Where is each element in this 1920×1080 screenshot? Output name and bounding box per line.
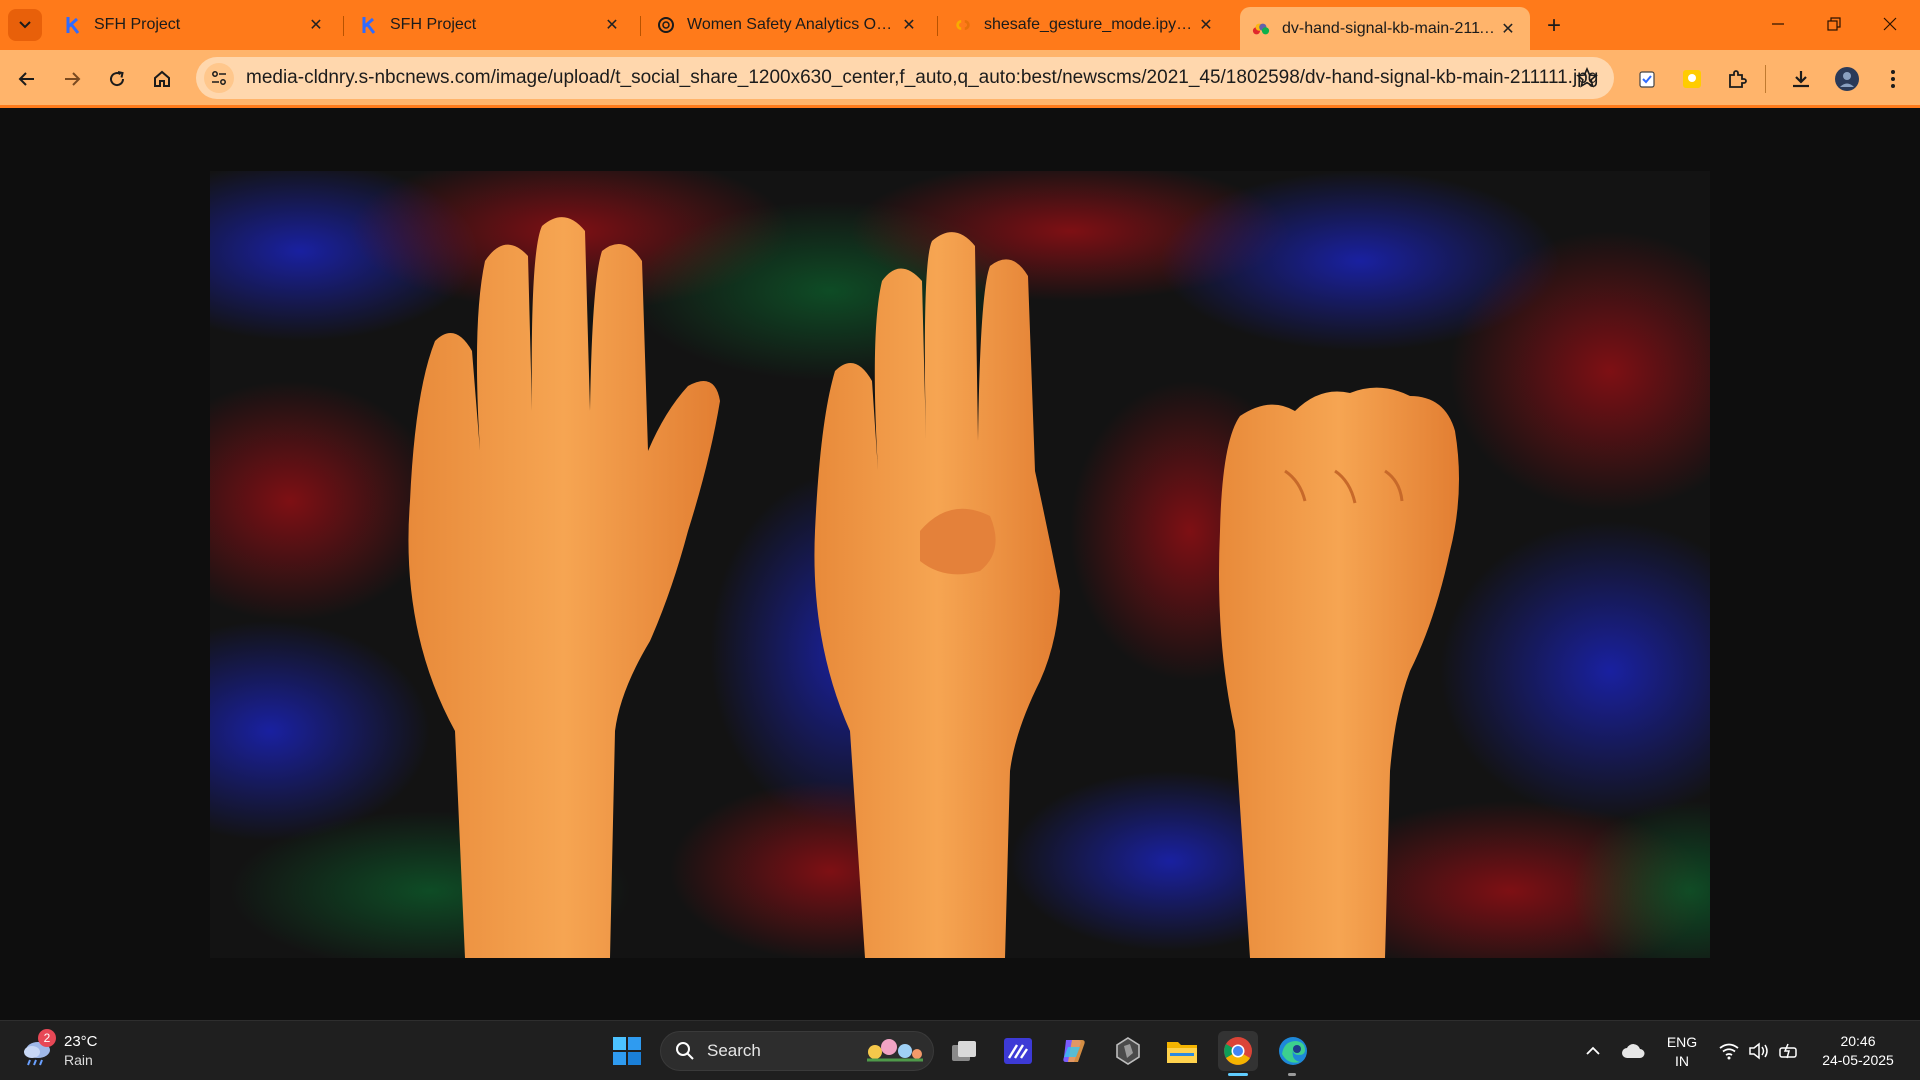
whiteboard-icon[interactable] [998, 1031, 1038, 1071]
tab-sfh-project-1[interactable]: SFH Project ✕ [52, 7, 338, 43]
reload-button[interactable] [99, 61, 135, 97]
clock-time: 20:46 [1840, 1033, 1876, 1049]
search-icon [676, 1042, 694, 1060]
file-explorer-icon[interactable] [1162, 1031, 1202, 1071]
menu-kebab-icon[interactable] [1876, 62, 1910, 96]
edge-running-indicator [1288, 1073, 1296, 1076]
home-button[interactable] [144, 61, 180, 97]
tune-icon [212, 71, 226, 85]
chrome-active-indicator [1228, 1073, 1248, 1076]
close-icon[interactable]: ✕ [1196, 15, 1216, 35]
tab-title: shesafe_gesture_mode.ipynb - C [984, 16, 1196, 33]
close-icon[interactable]: ✕ [306, 15, 326, 35]
search-highlight-flowers-icon [863, 1034, 925, 1069]
tab-manager-extension-icon[interactable] [1630, 62, 1664, 96]
chevron-down-icon [19, 21, 31, 29]
weather-widget[interactable]: 2 23°C Rain [20, 1029, 98, 1073]
colab-icon [954, 16, 972, 34]
bookmark-star-icon[interactable] [1576, 66, 1598, 94]
close-window-button[interactable] [1862, 0, 1918, 48]
site-info-button[interactable] [204, 63, 234, 93]
tab-title: SFH Project [390, 16, 477, 33]
chatgpt-icon [657, 16, 675, 34]
restore-icon [1827, 17, 1841, 31]
weather-temperature: 23°C [64, 1033, 98, 1050]
profile-avatar[interactable] [1830, 62, 1864, 96]
taskbar-search[interactable]: Search [660, 1031, 934, 1071]
tab-title: dv-hand-signal-kb-main-211111 [1282, 19, 1498, 37]
obsidian-icon[interactable] [1108, 1031, 1148, 1071]
quick-settings-button[interactable] [1708, 1031, 1810, 1071]
weather-condition: Rain [64, 1052, 93, 1068]
restore-button[interactable] [1806, 0, 1862, 48]
forward-button[interactable] [54, 61, 90, 97]
close-icon [1883, 17, 1897, 31]
close-icon[interactable]: ✕ [602, 15, 622, 35]
page-viewport [0, 108, 1920, 1020]
tab-separator [640, 16, 641, 36]
k-logo-icon [360, 16, 378, 34]
weather-alert-badge: 2 [38, 1029, 56, 1047]
chrome-icon[interactable] [1218, 1031, 1258, 1071]
windows-start-icon [613, 1037, 641, 1065]
search-label: Search [707, 1041, 761, 1060]
url-text[interactable]: media-cldnry.s-nbcnews.com/image/upload/… [246, 67, 1598, 89]
copilot-icon[interactable] [1053, 1031, 1093, 1071]
wifi-icon [1719, 1043, 1739, 1060]
task-view-icon[interactable] [944, 1031, 984, 1071]
clock[interactable]: 20:46 24-05-2025 [1810, 1032, 1906, 1070]
minimize-icon [1772, 23, 1784, 25]
close-icon[interactable]: ✕ [1498, 19, 1518, 39]
tab-search-button[interactable] [8, 9, 42, 41]
tab-colab-notebook[interactable]: shesafe_gesture_mode.ipynb - C ✕ [942, 7, 1228, 43]
battery-charging-icon [1779, 1043, 1797, 1059]
reload-icon [110, 71, 125, 87]
back-button[interactable] [9, 61, 45, 97]
language-code: ENG [1666, 1034, 1698, 1050]
language-indicator[interactable]: ENG IN [1662, 1033, 1702, 1071]
browser-toolbar: media-cldnry.s-nbcnews.com/image/upload/… [0, 50, 1920, 108]
edge-icon[interactable] [1273, 1031, 1313, 1071]
tab-women-safety[interactable]: Women Safety Analytics Overvie ✕ [645, 7, 931, 43]
onedrive-cloud-icon[interactable] [1613, 1031, 1653, 1071]
home-icon [154, 70, 170, 87]
tab-strip: SFH Project ✕ SFH Project ✕ Women Safety… [0, 0, 1920, 50]
start-button[interactable] [607, 1031, 647, 1071]
region-code: IN [1675, 1053, 1689, 1069]
volume-icon [1749, 1042, 1768, 1060]
downloads-icon[interactable] [1784, 62, 1818, 96]
close-icon[interactable]: ✕ [899, 15, 919, 35]
tab-hand-signal-image[interactable]: dv-hand-signal-kb-main-211111 ✕ [1240, 7, 1530, 50]
extensions-puzzle-icon[interactable] [1720, 62, 1754, 96]
taskbar: 2 23°C Rain Search ENG IN 20:46 24-05-20… [0, 1020, 1920, 1080]
keep-extension-icon[interactable] [1675, 62, 1709, 96]
show-hidden-icons-chevron-icon[interactable] [1573, 1031, 1613, 1071]
tab-title: Women Safety Analytics Overvie [687, 16, 899, 33]
clock-date: 24-05-2025 [1822, 1052, 1894, 1068]
tab-separator [343, 16, 344, 36]
tab-separator [937, 16, 938, 36]
minimize-button[interactable] [1750, 0, 1806, 48]
arrow-left-icon [18, 72, 34, 86]
hand-signal-photo[interactable] [210, 171, 1710, 958]
nbc-peacock-icon [1252, 20, 1270, 38]
new-tab-button[interactable]: + [1540, 12, 1568, 40]
tab-sfh-project-2[interactable]: SFH Project ✕ [348, 7, 634, 43]
k-logo-icon [64, 16, 82, 34]
arrow-right-icon [65, 72, 81, 86]
tab-title: SFH Project [94, 16, 181, 33]
toolbar-divider [1765, 65, 1766, 93]
address-bar[interactable]: media-cldnry.s-nbcnews.com/image/upload/… [196, 57, 1614, 99]
